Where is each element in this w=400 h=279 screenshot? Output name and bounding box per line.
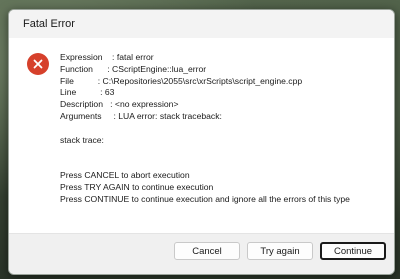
dialog-content: Expression : fatal error Function : CScri… (9, 38, 394, 234)
error-x-icon (27, 53, 49, 75)
try-again-button[interactable]: Try again (247, 242, 313, 260)
continue-button[interactable]: Continue (320, 242, 386, 260)
cancel-button[interactable]: Cancel (174, 242, 240, 260)
cancel-instruction: Press CANCEL to abort execution (60, 169, 190, 180)
fatal-error-dialog: Fatal Error Expression : fatal error Func… (8, 9, 395, 275)
error-message: Expression : fatal error Function : CScri… (60, 52, 390, 205)
line-number-line: Line : 63 (60, 87, 115, 98)
retry-instruction: Press TRY AGAIN to continue execution (60, 181, 214, 192)
button-bar: Cancel Try again Continue (9, 233, 394, 274)
title-bar[interactable]: Fatal Error (9, 10, 394, 38)
stack-trace-label: stack trace: (60, 134, 104, 145)
dialog-title: Fatal Error (23, 18, 75, 30)
expression-line: Expression : fatal error (60, 52, 154, 62)
continue-instruction: Press CONTINUE to continue execution and… (60, 193, 350, 204)
function-line: Function : CScriptEngine::lua_error (60, 63, 207, 74)
description-line: Description : <no expression> (60, 99, 179, 110)
file-line: File : C:\Repositories\2055\src\xrScript… (60, 75, 303, 86)
arguments-line: Arguments : LUA error: stack traceback: (60, 110, 222, 121)
